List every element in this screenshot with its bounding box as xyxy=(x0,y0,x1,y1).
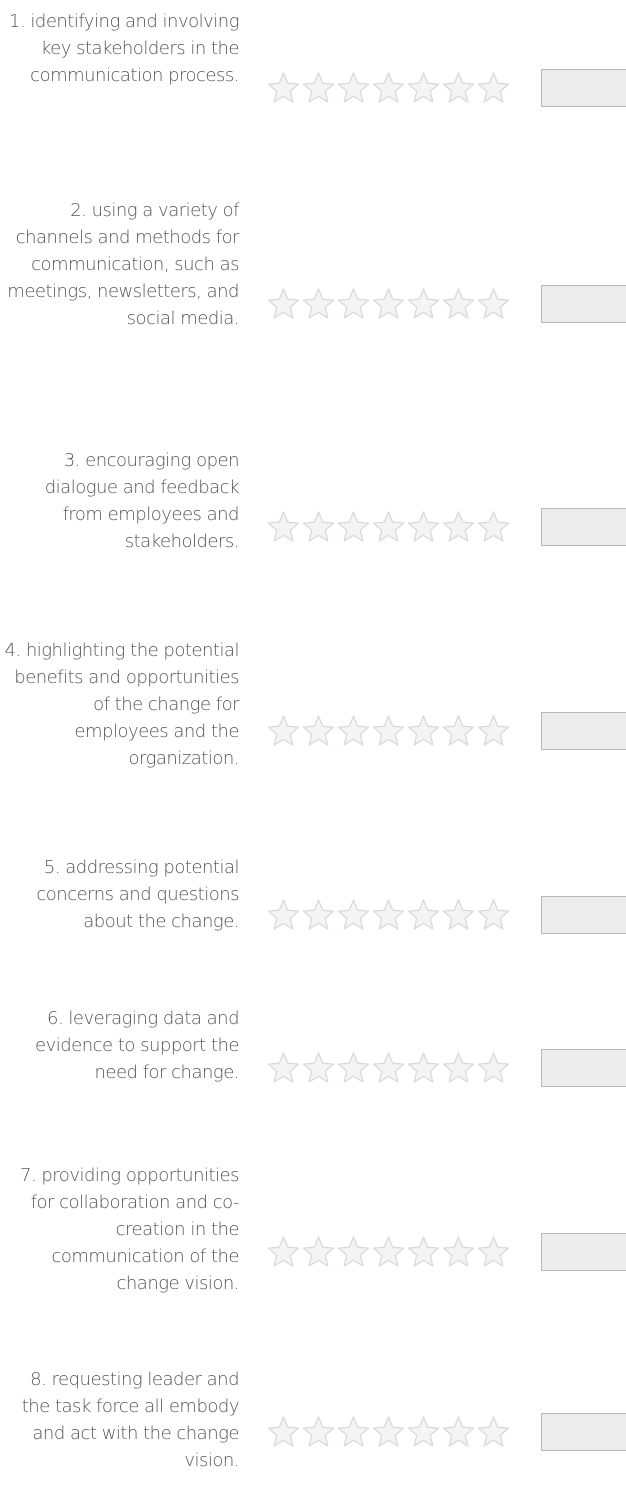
star-icon[interactable] xyxy=(336,286,371,324)
star-icon[interactable] xyxy=(406,509,441,547)
star-icon[interactable] xyxy=(441,713,476,751)
item-label: 1. identifying and involving key stakeho… xyxy=(9,11,240,86)
star-rating[interactable] xyxy=(266,285,511,325)
star-icon[interactable] xyxy=(406,897,441,935)
rating-value-input[interactable] xyxy=(541,895,626,934)
star-icon[interactable] xyxy=(371,286,406,324)
star-icon[interactable] xyxy=(406,1414,441,1452)
star-icon[interactable] xyxy=(406,286,441,324)
star-icon[interactable] xyxy=(336,1414,371,1452)
star-icon[interactable] xyxy=(441,509,476,547)
rating-value-input[interactable] xyxy=(541,711,626,750)
star-icon[interactable] xyxy=(441,1234,476,1272)
rating-value-input[interactable] xyxy=(541,508,626,546)
star-rating[interactable] xyxy=(266,1049,511,1089)
star-rating[interactable] xyxy=(266,712,511,752)
star-icon[interactable] xyxy=(476,897,511,935)
star-icon[interactable] xyxy=(336,1050,371,1088)
star-icon[interactable] xyxy=(301,509,336,547)
star-rating[interactable] xyxy=(266,896,511,936)
star-icon[interactable] xyxy=(266,286,301,324)
item-label: 2. using a variety of channels and metho… xyxy=(7,200,239,329)
star-icon[interactable] xyxy=(441,1414,476,1452)
star-icon[interactable] xyxy=(371,713,406,751)
star-icon[interactable] xyxy=(476,1050,511,1088)
star-rating[interactable] xyxy=(266,1413,511,1453)
star-icon[interactable] xyxy=(371,1414,406,1452)
star-icon[interactable] xyxy=(266,1234,301,1272)
star-icon[interactable] xyxy=(301,286,336,324)
star-icon[interactable] xyxy=(266,897,301,935)
rating-row-6: 6. leveraging data and evidence to suppo… xyxy=(0,1001,626,1136)
item-label: 8. requesting leader and the task force … xyxy=(21,1369,240,1471)
star-icon[interactable] xyxy=(476,1234,511,1272)
star-icon[interactable] xyxy=(336,897,371,935)
star-icon[interactable] xyxy=(301,897,336,935)
star-icon[interactable] xyxy=(441,897,476,935)
star-icon[interactable] xyxy=(266,1050,301,1088)
star-icon[interactable] xyxy=(476,509,511,547)
star-icon[interactable] xyxy=(266,1414,301,1452)
star-icon[interactable] xyxy=(371,509,406,547)
star-icon[interactable] xyxy=(336,509,371,547)
star-icon[interactable] xyxy=(266,509,301,547)
star-icon[interactable] xyxy=(301,713,336,751)
star-icon[interactable] xyxy=(301,70,336,108)
rating-row-8: 8. requesting leader and the task force … xyxy=(0,1362,626,1504)
star-icon[interactable] xyxy=(371,897,406,935)
star-icon[interactable] xyxy=(336,70,371,108)
star-icon[interactable] xyxy=(441,286,476,324)
star-icon[interactable] xyxy=(336,713,371,751)
rating-row-7: 7. providing opportunities for collabora… xyxy=(0,1158,626,1348)
star-icon[interactable] xyxy=(406,1234,441,1272)
rating-row-5: 5. addressing potential concerns and que… xyxy=(0,850,626,981)
star-icon[interactable] xyxy=(266,70,301,108)
rating-value-input[interactable] xyxy=(541,1413,626,1451)
rating-row-1: 1. identifying and involving key stakeho… xyxy=(0,4,626,174)
rating-value-input[interactable] xyxy=(541,1233,626,1271)
star-icon[interactable] xyxy=(441,70,476,108)
rating-row-3: 3. encouraging open dialogue and feedbac… xyxy=(0,443,626,613)
item-label: 7. providing opportunities for collabora… xyxy=(19,1165,240,1294)
star-icon[interactable] xyxy=(476,70,511,108)
star-rating[interactable] xyxy=(266,69,511,109)
item-label: 6. leveraging data and evidence to suppo… xyxy=(35,1008,240,1083)
rating-row-2: 2. using a variety of channels and metho… xyxy=(0,193,626,417)
star-icon[interactable] xyxy=(441,1050,476,1088)
star-icon[interactable] xyxy=(371,1234,406,1272)
item-label: 3. encouraging open dialogue and feedbac… xyxy=(44,450,240,552)
star-icon[interactable] xyxy=(301,1050,336,1088)
star-rating[interactable] xyxy=(266,508,511,548)
star-icon[interactable] xyxy=(301,1414,336,1452)
star-rating[interactable] xyxy=(266,1233,511,1273)
star-icon[interactable] xyxy=(371,1050,406,1088)
rating-value-input[interactable] xyxy=(541,285,626,323)
rating-value-input[interactable] xyxy=(541,1048,626,1087)
star-icon[interactable] xyxy=(406,1050,441,1088)
star-icon[interactable] xyxy=(476,713,511,751)
star-icon[interactable] xyxy=(476,1414,511,1452)
star-icon[interactable] xyxy=(371,70,406,108)
star-icon[interactable] xyxy=(476,286,511,324)
star-icon[interactable] xyxy=(406,70,441,108)
star-icon[interactable] xyxy=(336,1234,371,1272)
star-icon[interactable] xyxy=(406,713,441,751)
star-icon[interactable] xyxy=(301,1234,336,1272)
rating-value-input[interactable] xyxy=(541,69,626,107)
item-label: 5. addressing potential concerns and que… xyxy=(36,857,239,932)
rating-row-4: 4. highlighting the potential benefits a… xyxy=(0,633,626,830)
star-icon[interactable] xyxy=(266,713,301,751)
item-label: 4. highlighting the potential benefits a… xyxy=(4,640,239,769)
